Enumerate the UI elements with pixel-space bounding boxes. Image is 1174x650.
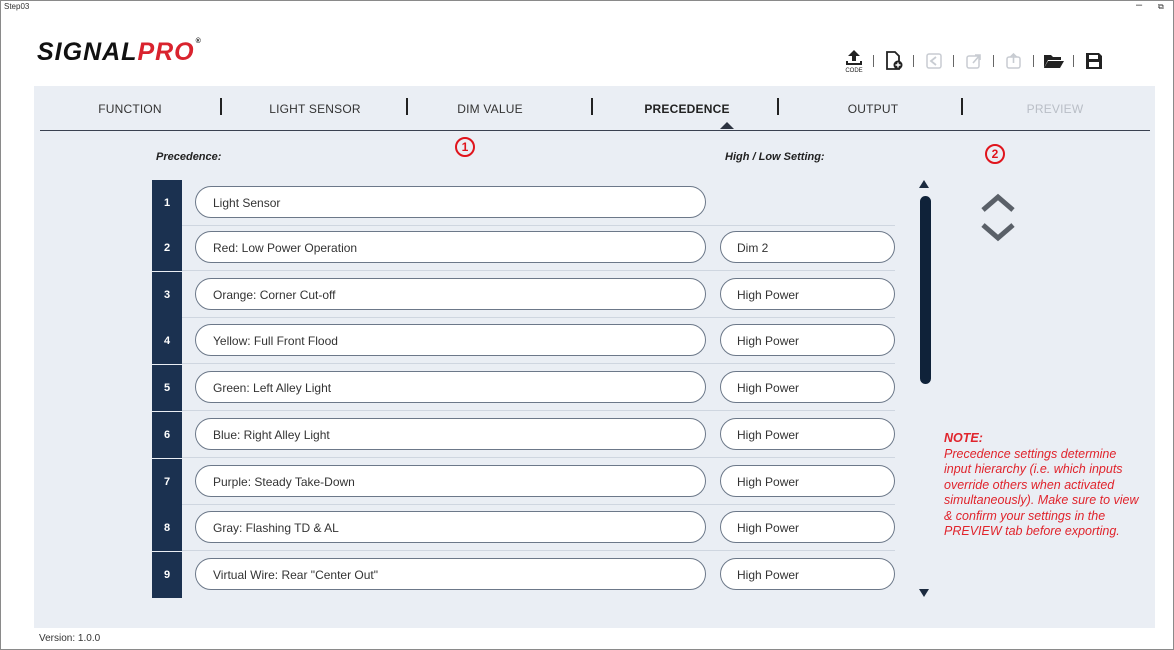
high-low-setting-field[interactable]: High Power	[720, 324, 895, 356]
input-name-field[interactable]: Yellow: Full Front Flood	[195, 324, 706, 356]
tab-divider	[220, 98, 222, 115]
precedence-row: 1 Light Sensor	[152, 180, 895, 226]
maximize-button[interactable]: ⧉	[1158, 2, 1164, 12]
tab-dim-value[interactable]: DIM VALUE	[440, 102, 540, 116]
callout-marker-1: 1	[455, 137, 475, 157]
code-label: CODE	[845, 68, 862, 74]
undo-icon	[926, 53, 942, 69]
toolbar-divider	[953, 55, 954, 67]
move-up-chevron-icon[interactable]	[980, 192, 1016, 214]
tab-bar: FUNCTION LIGHT SENSOR DIM VALUE PRECEDEN…	[40, 88, 1150, 131]
export-icon	[1006, 52, 1021, 69]
note-title: NOTE:	[944, 431, 983, 445]
toolbar-divider	[1033, 55, 1034, 67]
row-divider	[182, 550, 895, 551]
scrollbar-thumb[interactable]	[920, 196, 931, 384]
high-low-setting-field[interactable]: High Power	[720, 278, 895, 310]
scroll-up-arrow-icon[interactable]	[919, 180, 929, 188]
upload-code-button[interactable]: CODE	[842, 47, 866, 75]
new-file-button[interactable]	[882, 47, 906, 75]
scroll-down-arrow-icon[interactable]	[919, 589, 929, 597]
high-low-setting-field[interactable]: Dim 2	[720, 231, 895, 263]
high-low-setting-field[interactable]: High Power	[720, 558, 895, 590]
row-divider	[182, 410, 895, 411]
upload-code-icon: CODE	[845, 50, 863, 74]
tab-divider	[777, 98, 779, 115]
row-number: 7	[152, 459, 182, 505]
row-number: 1	[152, 180, 182, 226]
minimize-button[interactable]: –	[1136, 0, 1142, 11]
note-text: Precedence settings determine input hier…	[944, 446, 1139, 539]
window-title: Step03	[4, 2, 30, 11]
toolbar-divider	[1073, 55, 1074, 67]
high-low-setting-label: High / Low Setting:	[725, 151, 825, 163]
precedence-row: 6 Blue: Right Alley Light High Power	[152, 412, 895, 458]
high-low-setting-field[interactable]: High Power	[720, 418, 895, 450]
import-button[interactable]	[962, 47, 986, 75]
row-number: 9	[152, 552, 182, 598]
open-folder-button[interactable]	[1042, 47, 1066, 75]
row-number: 8	[152, 505, 182, 551]
row-number: 3	[152, 272, 182, 318]
logo-registered: ®	[195, 38, 202, 45]
tab-divider	[591, 98, 593, 115]
precedence-row: 9 Virtual Wire: Rear "Center Out" High P…	[152, 552, 895, 598]
input-name-field[interactable]: Orange: Corner Cut-off	[195, 278, 706, 310]
open-folder-icon	[1044, 55, 1064, 68]
precedence-label: Precedence:	[156, 151, 222, 163]
toolbar-divider	[873, 55, 874, 67]
callout-marker-2: 2	[985, 144, 1005, 164]
input-name-field[interactable]: Green: Left Alley Light	[195, 371, 706, 403]
precedence-row: 3 Orange: Corner Cut-off High Power	[152, 272, 895, 318]
precedence-row: 4 Yellow: Full Front Flood High Power	[152, 318, 895, 364]
new-file-icon	[886, 51, 903, 70]
version-label: Version: 1.0.0	[39, 633, 101, 644]
input-name-field[interactable]: Purple: Steady Take-Down	[195, 465, 706, 497]
tab-precedence[interactable]: PRECEDENCE	[637, 102, 737, 116]
save-icon	[1086, 53, 1102, 69]
input-name-field[interactable]: Light Sensor	[195, 186, 706, 218]
high-low-setting-field[interactable]: High Power	[720, 511, 895, 543]
precedence-row: 5 Green: Left Alley Light High Power	[152, 365, 895, 411]
row-number: 5	[152, 365, 182, 411]
app-logo: SIGNALPRO®	[37, 38, 202, 67]
precedence-note: NOTE: Precedence settings determine inpu…	[944, 431, 1144, 540]
tab-preview[interactable]: PREVIEW	[1005, 102, 1105, 116]
high-low-setting-field[interactable]: High Power	[720, 465, 895, 497]
toolbar-divider	[913, 55, 914, 67]
tab-light-sensor[interactable]: LIGHT SENSOR	[245, 102, 385, 116]
tab-divider	[406, 98, 408, 115]
row-divider	[182, 457, 895, 458]
move-down-chevron-icon[interactable]	[980, 221, 1016, 243]
save-button[interactable]	[1082, 47, 1106, 75]
precedence-row: 2 Red: Low Power Operation Dim 2	[152, 225, 895, 271]
tab-divider	[961, 98, 963, 115]
row-number: 4	[152, 318, 182, 364]
export-button[interactable]	[1002, 47, 1026, 75]
active-tab-indicator	[720, 122, 734, 129]
toolbar-divider	[993, 55, 994, 67]
row-number: 6	[152, 412, 182, 458]
logo-signal: SIGNAL	[37, 38, 138, 66]
row-divider	[182, 270, 895, 271]
tab-function[interactable]: FUNCTION	[80, 102, 180, 116]
undo-button[interactable]	[922, 47, 946, 75]
high-low-setting-field[interactable]: High Power	[720, 371, 895, 403]
logo-pro: PRO	[137, 38, 195, 66]
precedence-row: 7 Purple: Steady Take-Down High Power	[152, 459, 895, 505]
row-number: 2	[152, 225, 182, 271]
input-name-field[interactable]: Gray: Flashing TD & AL	[195, 511, 706, 543]
row-divider	[182, 363, 895, 364]
input-name-field[interactable]: Blue: Right Alley Light	[195, 418, 706, 450]
precedence-row: 8 Gray: Flashing TD & AL High Power	[152, 505, 895, 551]
tab-output[interactable]: OUTPUT	[823, 102, 923, 116]
input-name-field[interactable]: Virtual Wire: Rear "Center Out"	[195, 558, 706, 590]
import-icon	[966, 54, 981, 69]
input-name-field[interactable]: Red: Low Power Operation	[195, 231, 706, 263]
